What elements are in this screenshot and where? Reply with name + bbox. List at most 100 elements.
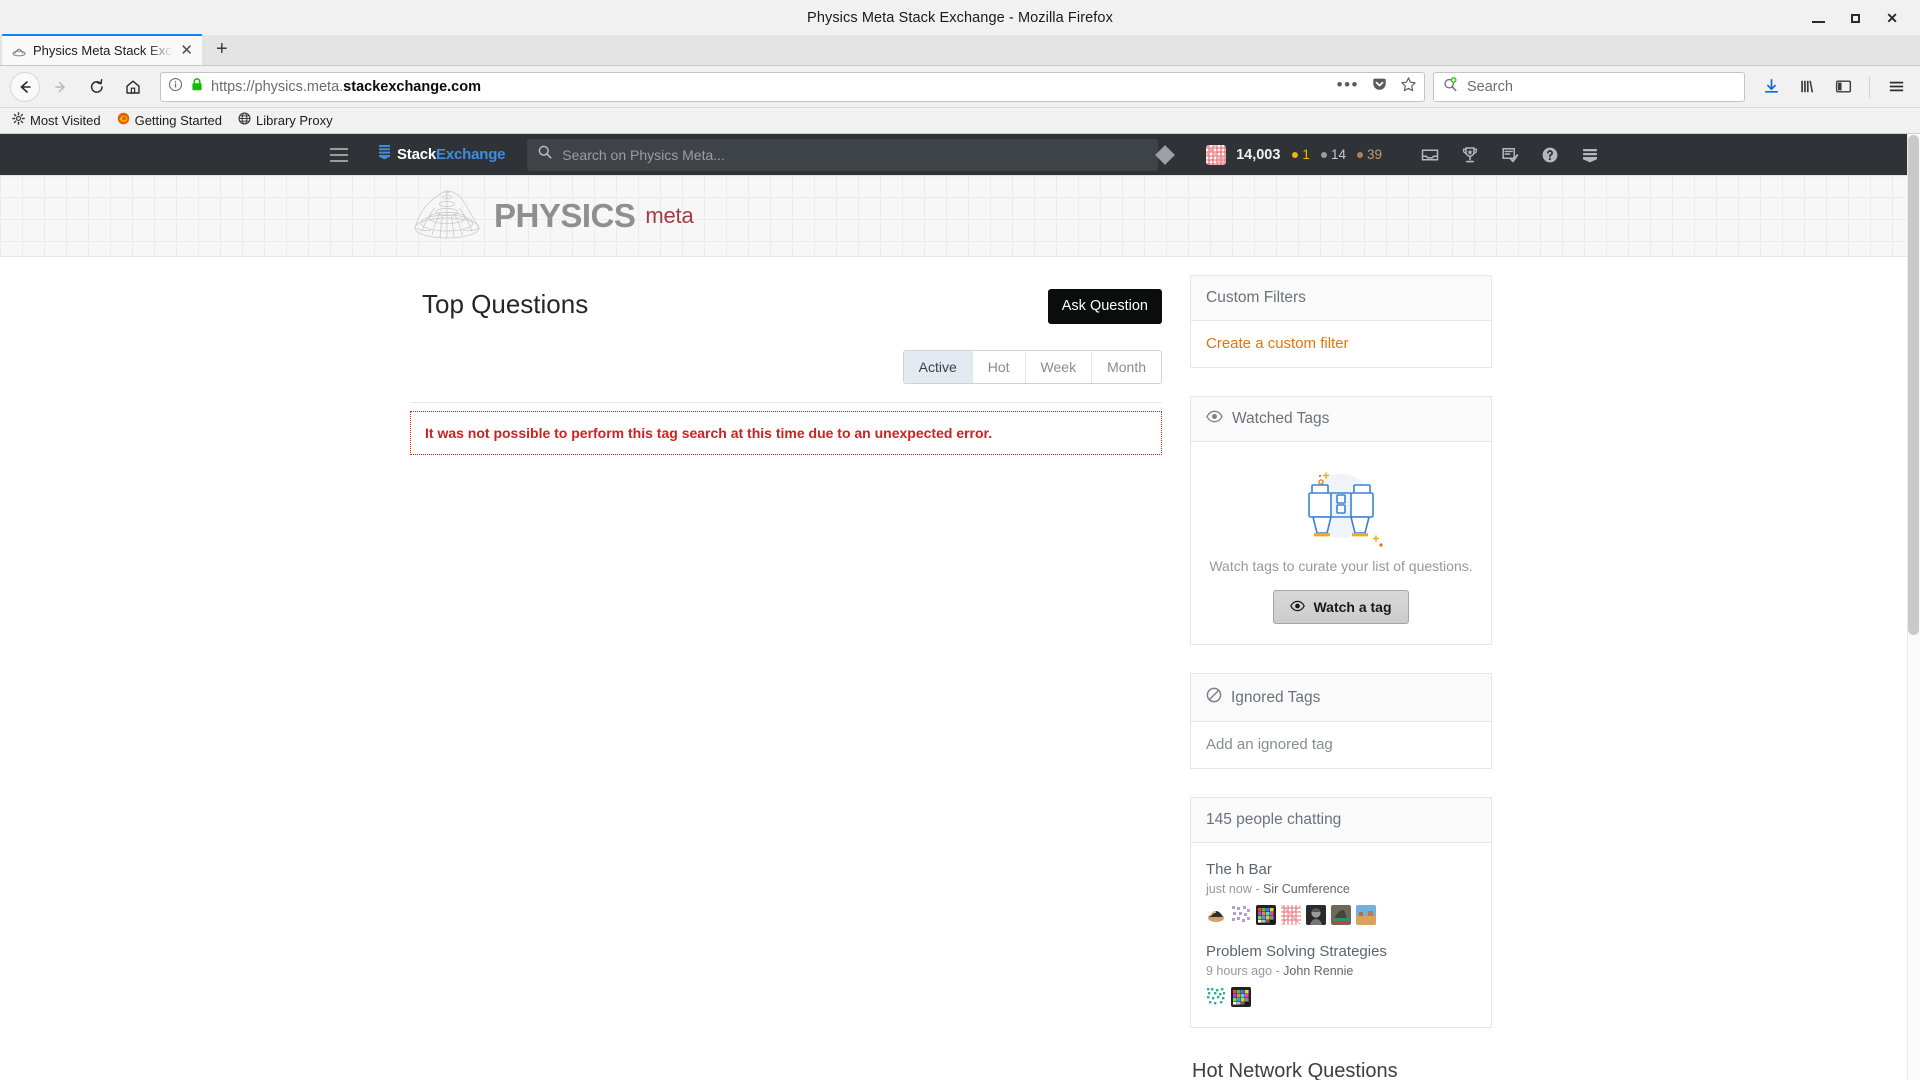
avatar-color-grid[interactable] <box>1256 905 1276 925</box>
site-logo[interactable]: PHYSICS meta <box>410 184 694 247</box>
back-button[interactable] <box>8 71 42 103</box>
star-icon[interactable] <box>1400 76 1417 98</box>
avatar-purple-pattern[interactable] <box>1231 905 1251 925</box>
custom-filters-header: Custom Filters <box>1191 276 1491 321</box>
help-icon[interactable] <box>1530 134 1570 175</box>
ignored-tags-body: Add an ignored tag <box>1191 722 1491 768</box>
chat-room: Problem Solving Strategies 9 hours ago -… <box>1206 939 1476 1021</box>
silver-badge-count: 14 <box>1330 147 1346 162</box>
gold-badge-count: 1 <box>1302 147 1310 162</box>
chat-time: just now <box>1206 882 1252 896</box>
bronze-badge[interactable]: 39 <box>1356 147 1382 162</box>
eye-icon <box>1290 599 1306 615</box>
reputation-count[interactable]: 14,003 <box>1236 147 1280 163</box>
scrollbar-thumb[interactable] <box>1908 135 1919 635</box>
tab-close-icon[interactable]: ✕ <box>180 43 193 58</box>
stackexchange-topbar: StackExchange Search on Physics Meta... … <box>0 134 1920 175</box>
gear-icon <box>12 111 25 130</box>
close-button[interactable]: ✕ <box>1886 11 1898 25</box>
reload-button[interactable] <box>80 71 114 103</box>
watched-tags-title: Watched Tags <box>1232 410 1330 427</box>
ask-question-button[interactable]: Ask Question <box>1047 289 1162 324</box>
content-divider <box>410 401 1162 403</box>
browser-search-bar[interactable]: Search <box>1433 71 1745 102</box>
window-title: Physics Meta Stack Exchange - Mozilla Fi… <box>807 9 1113 26</box>
url-bar[interactable]: https://physics.meta.stackexchange.com •… <box>160 71 1425 102</box>
avatar-photo-boot[interactable] <box>1331 905 1351 925</box>
hamburger-icon[interactable] <box>330 147 348 162</box>
add-ignored-tag-link[interactable]: Add an ignored tag <box>1206 736 1333 753</box>
reload-icon <box>88 78 106 96</box>
chat-user[interactable]: John Rennie <box>1283 964 1353 978</box>
silver-badge[interactable]: 14 <box>1320 147 1346 162</box>
chat-avatars <box>1206 905 1476 925</box>
avatar-red-pattern[interactable] <box>1281 905 1301 925</box>
pocket-icon[interactable] <box>1371 76 1388 98</box>
create-custom-filter-link[interactable]: Create a custom filter <box>1206 335 1349 352</box>
bookmark-label: Getting Started <box>134 113 223 128</box>
chat-separator: - <box>1255 882 1260 896</box>
stackexchange-logo[interactable]: StackExchange <box>378 144 505 165</box>
bookmark-most-visited[interactable]: Most Visited <box>12 111 101 130</box>
sidebar-icon[interactable] <box>1827 71 1859 103</box>
diamond-icon[interactable] <box>1155 144 1175 165</box>
site-switcher-icon[interactable] <box>1570 134 1610 175</box>
site-meta-label: meta <box>645 202 694 228</box>
logo-exchange: Exchange <box>436 146 506 163</box>
avatar-color-grid[interactable] <box>1231 987 1251 1007</box>
browser-tab[interactable]: Physics Meta Stack Excha ✕ <box>2 34 202 65</box>
info-circle-icon[interactable] <box>168 77 183 97</box>
tab-active[interactable]: Active <box>903 350 973 383</box>
chat-room-name[interactable]: The h Bar <box>1206 861 1476 878</box>
bronze-badge-icon <box>1356 151 1363 158</box>
back-arrow-icon <box>10 71 40 102</box>
avatar-photo-man[interactable] <box>1306 905 1326 925</box>
question-tabs-row: Active Hot Week Month <box>410 324 1162 384</box>
home-button[interactable] <box>116 71 150 103</box>
chat-room-meta: just now - Sir Cumference <box>1206 882 1476 896</box>
bronze-badge-count: 39 <box>1366 147 1382 162</box>
bookmark-label: Most Visited <box>30 113 101 128</box>
avatar-desert[interactable] <box>1356 905 1376 925</box>
watch-a-tag-button[interactable]: Watch a tag <box>1273 590 1409 624</box>
watched-tags-body: Watch tags to curate your list of questi… <box>1191 442 1491 644</box>
bookmark-getting-started[interactable]: Getting Started <box>117 112 222 130</box>
site-search-input[interactable]: Search on Physics Meta... <box>527 138 1159 171</box>
bookmark-library-proxy[interactable]: Library Proxy <box>238 111 333 130</box>
chat-room-meta: 9 hours ago - John Rennie <box>1206 964 1476 978</box>
menu-icon[interactable] <box>1880 71 1912 103</box>
chat-room-name[interactable]: Problem Solving Strategies <box>1206 943 1476 960</box>
gold-badge[interactable]: 1 <box>1292 147 1310 162</box>
url-text: https://physics.meta.stackexchange.com <box>211 78 481 95</box>
hot-network-title: Hot Network Questions <box>1192 1060 1398 1080</box>
binoculars-illustration <box>1206 460 1476 552</box>
tab-title: Physics Meta Stack Excha <box>33 43 174 58</box>
tab-week[interactable]: Week <box>1025 350 1093 383</box>
page-scrollbar[interactable] <box>1907 134 1920 1080</box>
maximize-button[interactable] <box>1851 11 1861 25</box>
page-actions-icon[interactable]: ••• <box>1337 76 1359 98</box>
navigation-toolbar: https://physics.meta.stackexchange.com •… <box>0 66 1920 108</box>
tab-strip: Physics Meta Stack Excha ✕ + <box>0 34 1920 66</box>
downloads-icon[interactable] <box>1755 71 1787 103</box>
search-icon <box>537 144 553 165</box>
tab-hot[interactable]: Hot <box>972 350 1026 383</box>
avatar-pie[interactable] <box>1206 905 1226 925</box>
trophy-icon[interactable] <box>1450 134 1490 175</box>
forward-arrow-icon <box>52 78 70 96</box>
new-tab-button[interactable]: + <box>202 34 242 65</box>
review-icon[interactable] <box>1490 134 1530 175</box>
bookmark-label: Library Proxy <box>256 113 333 128</box>
chat-user[interactable]: Sir Cumference <box>1263 882 1350 896</box>
tab-month[interactable]: Month <box>1092 350 1161 383</box>
inbox-icon[interactable] <box>1410 134 1450 175</box>
browser-title-bar: Physics Meta Stack Exchange - Mozilla Fi… <box>0 0 1920 35</box>
home-icon <box>124 78 142 96</box>
library-icon[interactable] <box>1791 71 1823 103</box>
forward-button[interactable] <box>44 71 78 103</box>
minimize-button[interactable] <box>1812 11 1826 25</box>
avatar-teal-qr[interactable] <box>1206 987 1226 1007</box>
padlock-icon[interactable] <box>190 77 204 97</box>
stack-logo-icon <box>378 144 391 165</box>
avatar[interactable] <box>1206 144 1227 165</box>
